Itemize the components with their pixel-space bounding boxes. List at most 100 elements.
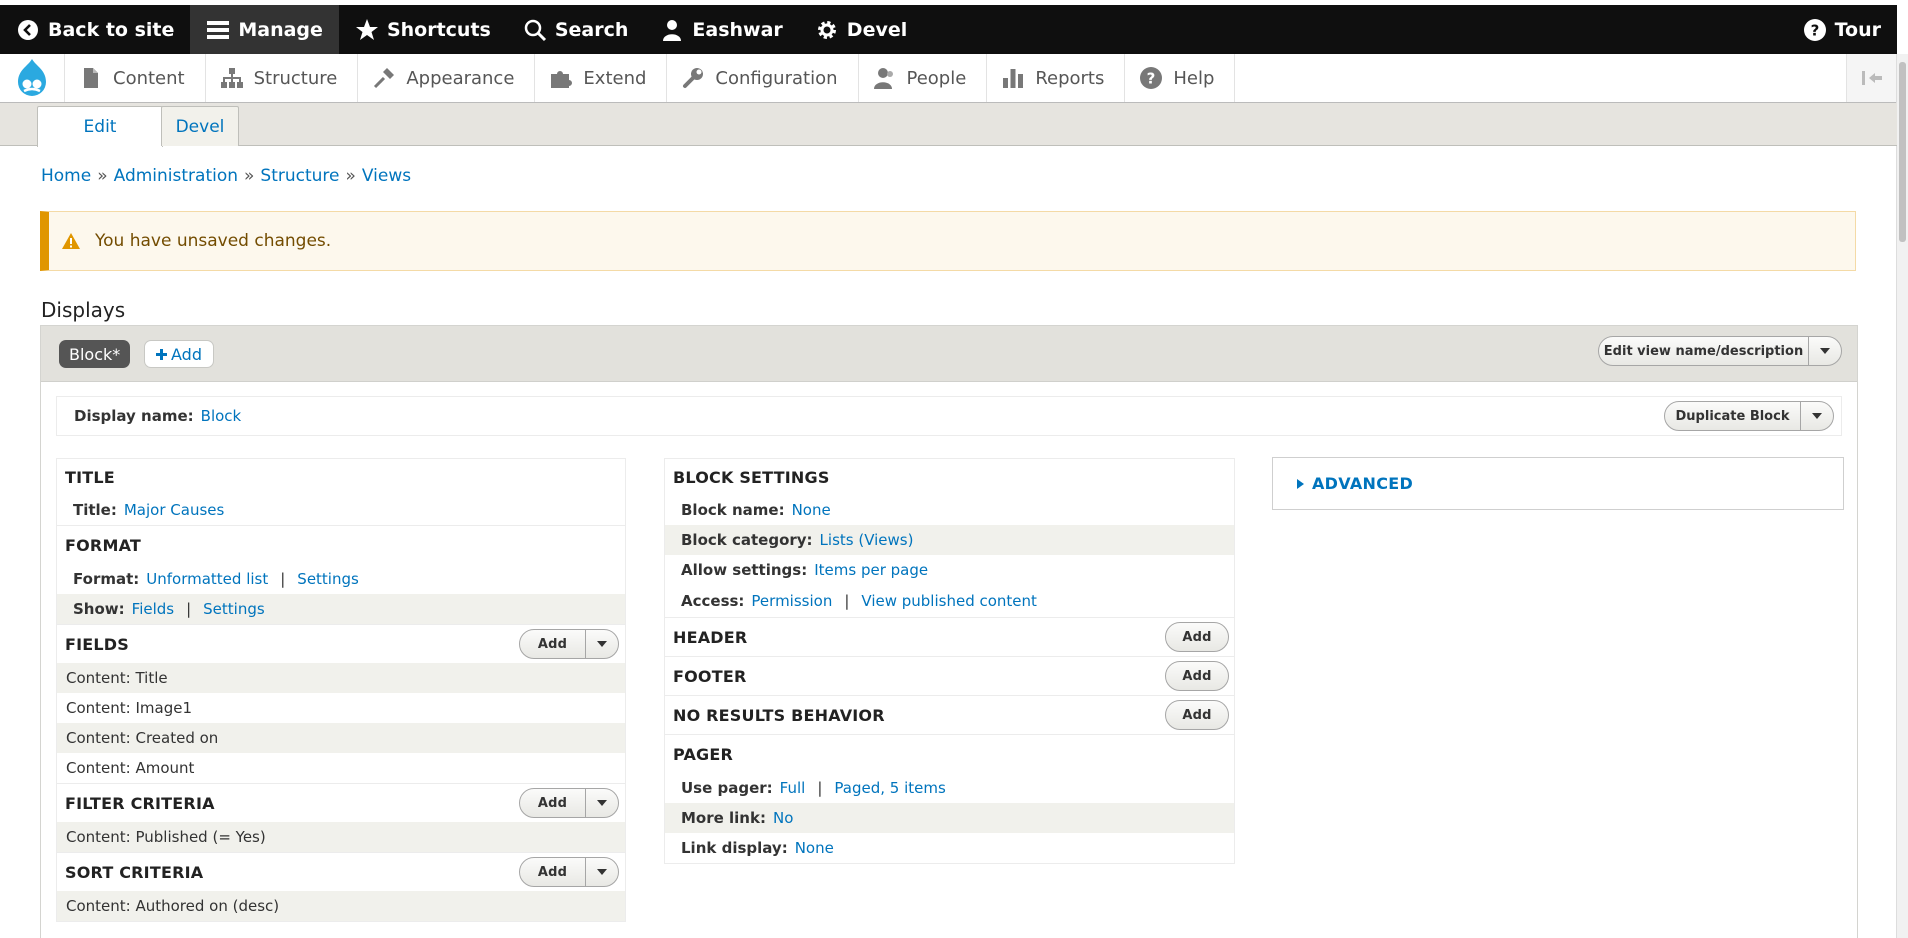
breadcrumb-separator: » (244, 166, 255, 186)
breadcrumb-separator: » (97, 166, 108, 186)
duplicate-block-button[interactable]: Duplicate Block (1665, 402, 1800, 430)
title-value[interactable]: Major Causes (124, 501, 224, 519)
breadcrumb-administration[interactable]: Administration (114, 166, 238, 186)
tray-item-appearance[interactable]: Appearance (357, 54, 534, 102)
sort-section: SORT CRITERIA Add Content: Authored on (… (56, 853, 626, 922)
format-settings-link[interactable]: Settings (297, 570, 359, 588)
tray-item-label: Extend (583, 67, 647, 89)
dropdown-toggle[interactable] (585, 630, 618, 658)
advanced-toggle[interactable]: ADVANCED (1272, 457, 1844, 510)
page-scrollbar[interactable] (1896, 54, 1908, 938)
block-category-value[interactable]: Lists (Views) (820, 531, 914, 549)
displays-panel: Block* Add Edit view name/description Di… (40, 325, 1858, 938)
field-item[interactable]: Content: Image1 (57, 693, 625, 723)
sort-item[interactable]: Content: Authored on (desc) (57, 891, 625, 921)
user-tab[interactable]: Eashwar (644, 5, 798, 54)
tray-item-content[interactable]: Content (64, 54, 205, 102)
fields-section: FIELDS Add Content: Title Content: Image… (56, 625, 626, 784)
puzzle-icon (549, 66, 573, 90)
tour-label: Tour (1834, 18, 1881, 41)
breadcrumb-structure[interactable]: Structure (260, 166, 339, 186)
tray-item-help[interactable]: ? Help (1124, 54, 1234, 102)
display-name-value[interactable]: Block (201, 407, 242, 425)
breadcrumb-views[interactable]: Views (362, 166, 411, 186)
filter-item[interactable]: Content: Published (= Yes) (57, 822, 625, 852)
display-tab-block[interactable]: Block* (59, 340, 131, 368)
tray-item-extend[interactable]: Extend (534, 54, 666, 102)
tray-item-reports[interactable]: Reports (986, 54, 1124, 102)
use-pager-value[interactable]: Full (780, 779, 806, 797)
tray-item-label: Configuration (715, 67, 838, 89)
dropdown-toggle[interactable] (585, 858, 618, 886)
field-item[interactable]: Content: Amount (57, 753, 625, 783)
tray-item-people[interactable]: People (857, 54, 987, 102)
tab-devel[interactable]: Devel (161, 106, 239, 146)
field-item[interactable]: Content: Title (57, 663, 625, 693)
dropdown-toggle[interactable] (1808, 337, 1841, 365)
scrollbar-thumb[interactable] (1899, 62, 1906, 242)
access-value[interactable]: Permission (751, 592, 832, 610)
filter-add-dropbutton[interactable]: Add (519, 788, 619, 818)
tray-item-label: People (906, 67, 967, 89)
tour-button[interactable]: ? Tour (1787, 5, 1897, 54)
drupal-logo[interactable] (0, 54, 64, 102)
breadcrumb-separator: » (345, 166, 356, 186)
dropdown-toggle[interactable] (585, 789, 618, 817)
block-name-row: Block name: None (665, 495, 1234, 525)
people-icon (873, 66, 897, 90)
filter-add-button[interactable]: Add (520, 789, 585, 817)
shortcuts-tab[interactable]: Shortcuts (339, 5, 507, 54)
chevron-down-icon (597, 641, 607, 647)
header-add-button[interactable]: Add (1165, 622, 1229, 652)
show-value[interactable]: Fields (132, 600, 174, 618)
dropdown-toggle[interactable] (1800, 402, 1833, 430)
breadcrumb-home[interactable]: Home (41, 166, 91, 186)
tab-edit[interactable]: Edit (37, 106, 163, 147)
warning-text: You have unsaved changes. (95, 231, 332, 251)
add-display-button[interactable]: Add (144, 340, 214, 368)
format-value[interactable]: Unformatted list (146, 570, 268, 588)
field-item[interactable]: Content: Created on (57, 723, 625, 753)
back-to-site-link[interactable]: Back to site (0, 5, 190, 54)
link-display-value[interactable]: None (795, 839, 834, 857)
warning-icon (61, 232, 81, 250)
pager-settings-link[interactable]: Paged, 5 items (834, 779, 945, 797)
gear-icon (815, 18, 839, 42)
display-name-bar: Display name: Block Duplicate Block (56, 396, 1842, 436)
column-first: TITLE Title: Major Causes FORMAT Format:… (56, 458, 626, 922)
user-label: Eashwar (692, 18, 783, 41)
user-icon (660, 18, 684, 42)
footer-add-button[interactable]: Add (1165, 661, 1229, 691)
sort-add-button[interactable]: Add (520, 858, 585, 886)
search-tab[interactable]: Search (507, 5, 645, 54)
plus-icon (156, 348, 167, 360)
header-section-heading: HEADER Add (665, 618, 1234, 656)
fields-add-button[interactable]: Add (520, 630, 585, 658)
edit-view-dropbutton[interactable]: Edit view name/description (1598, 336, 1842, 366)
sort-add-dropbutton[interactable]: Add (519, 857, 619, 887)
block-category-label: Block category: (681, 531, 813, 549)
access-settings-link[interactable]: View published content (861, 592, 1037, 610)
block-name-value[interactable]: None (792, 501, 831, 519)
more-link-value[interactable]: No (773, 809, 793, 827)
edit-view-name-button[interactable]: Edit view name/description (1599, 337, 1808, 365)
tray-item-structure[interactable]: Structure (204, 54, 358, 102)
no-results-add-button[interactable]: Add (1165, 700, 1229, 730)
collapse-tray-button[interactable] (1846, 54, 1897, 102)
pipe-separator: | (817, 779, 823, 797)
chevron-down-icon (597, 869, 607, 875)
duplicate-dropbutton[interactable]: Duplicate Block (1664, 401, 1834, 431)
allow-settings-value[interactable]: Items per page (814, 561, 928, 579)
tray-item-label: Help (1173, 67, 1215, 89)
paintbrush-icon (372, 66, 396, 90)
more-link-row: More link: No (665, 803, 1234, 833)
manage-tab[interactable]: Manage (190, 5, 339, 54)
devel-tab[interactable]: Devel (799, 5, 923, 54)
star-icon (355, 18, 379, 42)
tray-item-configuration[interactable]: Configuration (666, 54, 857, 102)
fields-add-dropbutton[interactable]: Add (519, 629, 619, 659)
block-settings-section: BLOCK SETTINGS Block name: None Block ca… (664, 458, 1235, 618)
manage-label: Manage (238, 18, 323, 41)
admin-toolbar: Back to site Manage Shortcuts Search Eas… (0, 5, 1897, 54)
show-settings-link[interactable]: Settings (203, 600, 265, 618)
